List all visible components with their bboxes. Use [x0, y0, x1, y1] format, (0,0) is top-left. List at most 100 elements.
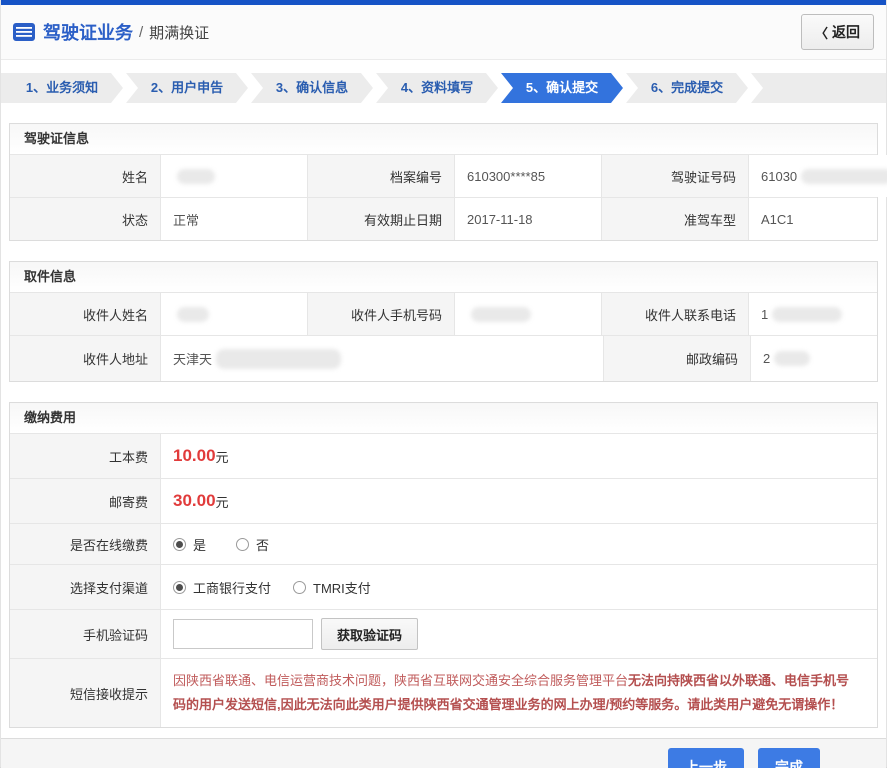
name-label: 姓名	[10, 155, 160, 197]
table-row: 收件人地址 天津天 邮政编码 2	[10, 335, 877, 381]
name-value	[160, 155, 307, 197]
breadcrumb-current: 期满换证	[149, 24, 210, 42]
radio-selected-icon	[173, 537, 186, 551]
sms-code-label: 手机验证码	[10, 610, 160, 658]
mail-fee-value: 30.00 元	[160, 479, 877, 523]
breadcrumb-separator: /	[139, 23, 144, 41]
pay-channel-options: 工商银行支付 TMRI支付	[160, 565, 877, 609]
step-6-finish-submit[interactable]: 6、完成提交	[626, 73, 748, 103]
sms-code-field-cell: 获取验证码	[160, 610, 877, 658]
table-row: 状态 正常 有效期止日期 2017-11-18 准驾车型 A1C1	[10, 197, 877, 240]
table-row: 是否在线缴费 是 否	[10, 523, 877, 564]
redacted-name	[177, 168, 215, 184]
recipient-name-label: 收件人姓名	[10, 293, 160, 335]
redacted-license-no	[801, 168, 887, 184]
online-pay-label: 是否在线缴费	[10, 524, 160, 564]
payment-section-title: 缴纳费用	[10, 403, 877, 433]
table-row: 短信接收提示 因陕西省联通、电信运营商技术问题，陕西省互联网交通安全综合服务管理…	[10, 658, 877, 728]
recipient-phone-label: 收件人联系电话	[601, 293, 748, 335]
radio-selected-icon	[173, 580, 186, 594]
license-no-label: 驾驶证号码	[601, 155, 748, 197]
step-3-confirm-info[interactable]: 3、确认信息	[251, 73, 373, 103]
redacted-address	[216, 348, 342, 369]
radio-label: 否	[256, 537, 270, 553]
mail-fee-amount: 30.00	[173, 491, 216, 510]
radio-online-yes[interactable]: 是	[173, 535, 206, 554]
step-bar-tail	[751, 73, 886, 103]
fee-unit: 元	[215, 494, 229, 510]
postal-prefix: 2	[763, 351, 771, 366]
vehicle-type-value: A1C1	[748, 198, 877, 240]
online-pay-options: 是 否	[160, 524, 877, 564]
license-no-prefix: 61030	[761, 168, 798, 184]
step-5-confirm-submit[interactable]: 5、确认提交	[501, 73, 623, 103]
recipient-name-value	[160, 293, 307, 335]
radio-unselected-icon	[293, 580, 307, 594]
table-row: 姓名 档案编号 610300****85 驾驶证号码 61030X	[10, 154, 887, 197]
vehicle-type-label: 准驾车型	[601, 198, 748, 240]
expiry-label: 有效期止日期	[307, 198, 454, 240]
mail-fee-label: 邮寄费	[10, 479, 160, 523]
redacted-phone	[772, 306, 843, 322]
table-row: 手机验证码 获取验证码	[10, 609, 877, 658]
status-label: 状态	[10, 198, 160, 240]
step-4-fill-data[interactable]: 4、资料填写	[376, 73, 498, 103]
get-code-button[interactable]: 获取验证码	[321, 618, 419, 650]
redacted-recipient-name	[177, 306, 209, 322]
previous-step-button[interactable]: 上一步	[668, 747, 744, 768]
back-button[interactable]: 〈 返回	[800, 14, 874, 50]
notice-text-normal: 因陕西省联通、电信运营商技术问题，陕西省互联网交通安全综合服务管理平台	[173, 673, 629, 688]
production-fee-value: 10.00 元	[160, 434, 877, 478]
address-label: 收件人地址	[10, 336, 160, 381]
pay-channel-label: 选择支付渠道	[10, 565, 160, 609]
radio-label: 工商银行支付	[193, 580, 272, 596]
phone-prefix: 1	[761, 306, 769, 322]
radio-unselected-icon	[236, 537, 250, 551]
status-value: 正常	[160, 198, 307, 240]
sms-code-input[interactable]	[173, 619, 313, 649]
step-wizard: 1、业务须知 2、用户申告 3、确认信息 4、资料填写 5、确认提交 6、完成提…	[1, 73, 886, 103]
license-section-title: 驾驶证信息	[10, 124, 877, 154]
recipient-mobile-label: 收件人手机号码	[307, 293, 454, 335]
finish-button[interactable]: 完成	[758, 747, 820, 768]
address-value: 天津天	[160, 336, 603, 381]
recipient-phone-value: 1	[748, 293, 877, 335]
radio-online-no[interactable]: 否	[236, 535, 269, 554]
table-row: 收件人姓名 收件人手机号码 收件人联系电话 1	[10, 292, 877, 335]
license-no-value: 61030X	[748, 155, 887, 197]
production-fee-amount: 10.00	[173, 446, 216, 465]
pickup-section-title: 取件信息	[10, 262, 877, 292]
radio-channel-tmri[interactable]: TMRI支付	[293, 578, 371, 597]
list-document-icon	[13, 23, 35, 41]
sms-notice-text: 因陕西省联通、电信运营商技术问题，陕西省互联网交通安全综合服务管理平台无法向持陕…	[160, 659, 877, 728]
fee-unit: 元	[215, 449, 229, 465]
payment-section: 缴纳费用 工本费 10.00 元 邮寄费 30.00 元 是否在线缴费 是 否 选择…	[9, 402, 878, 729]
file-no-label: 档案编号	[307, 155, 454, 197]
table-row: 邮寄费 30.00 元	[10, 478, 877, 523]
step-2-user-declaration[interactable]: 2、用户申告	[126, 73, 248, 103]
file-no-value: 610300****85	[454, 155, 601, 197]
table-row: 选择支付渠道 工商银行支付 TMRI支付	[10, 564, 877, 609]
postal-code-value: 2	[750, 336, 877, 381]
chevron-left-icon: 〈	[814, 25, 828, 41]
redacted-mobile	[471, 306, 531, 322]
postal-code-label: 邮政编码	[603, 336, 750, 381]
page: 驾驶证业务 / 期满换证 〈 返回 1、业务须知 2、用户申告 3、确认信息 4…	[0, 0, 887, 768]
footer-action-bar: 上一步 完成	[1, 738, 886, 768]
table-row: 工本费 10.00 元	[10, 433, 877, 478]
sms-notice-label: 短信接收提示	[10, 659, 160, 728]
back-button-label: 返回	[832, 24, 860, 40]
radio-label: TMRI支付	[313, 580, 371, 596]
step-1-business-notice[interactable]: 1、业务须知	[1, 73, 123, 103]
address-prefix: 天津天	[173, 352, 213, 367]
radio-label: 是	[193, 537, 207, 553]
recipient-mobile-value	[454, 293, 601, 335]
license-info-section: 驾驶证信息 姓名 档案编号 610300****85 驾驶证号码 61030X …	[9, 123, 887, 241]
redacted-postal	[774, 351, 811, 366]
page-header: 驾驶证业务 / 期满换证 〈 返回	[1, 5, 886, 60]
pickup-info-section: 取件信息 收件人姓名 收件人手机号码 收件人联系电话 1 收件人地址 天津天 邮…	[9, 261, 878, 382]
expiry-value: 2017-11-18	[454, 198, 601, 240]
production-fee-label: 工本费	[10, 434, 160, 478]
radio-channel-icbc[interactable]: 工商银行支付	[173, 578, 271, 597]
page-title: 驾驶证业务	[43, 23, 133, 43]
